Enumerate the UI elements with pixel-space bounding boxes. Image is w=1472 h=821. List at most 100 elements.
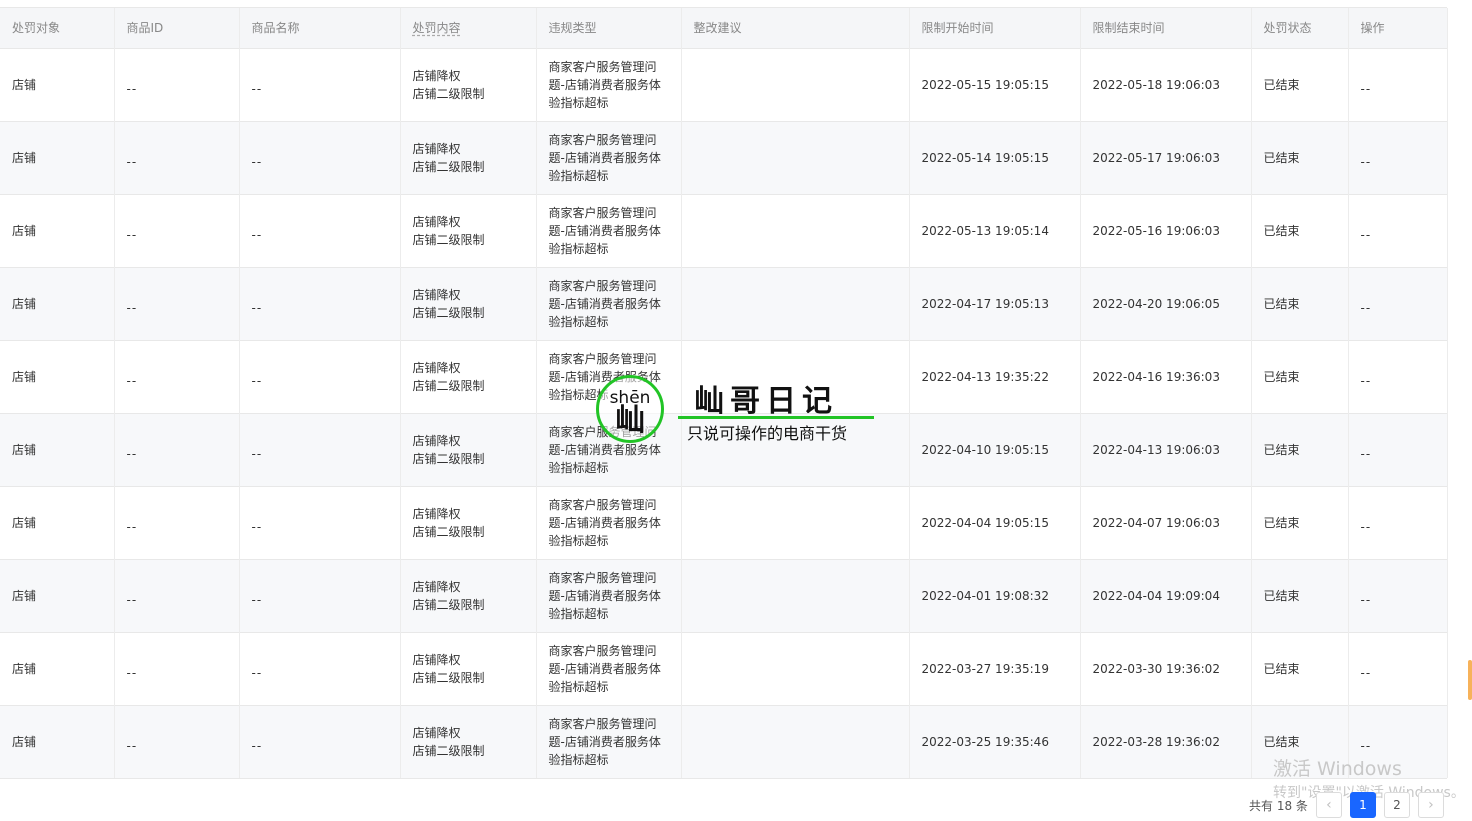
- header-product-id: 商品ID: [114, 8, 240, 49]
- cell-target: 店铺: [0, 267, 115, 341]
- violation-line: 商家客户服务管理问: [548, 133, 657, 147]
- content-line: 店铺降权: [412, 434, 461, 448]
- violation-line: 题-店铺消费者服务体: [548, 151, 661, 165]
- cell-target: 店铺: [0, 705, 115, 778]
- violation-line: 题-店铺消费者服务体: [548, 297, 661, 311]
- violation-line: 题-店铺消费者服务体: [548, 443, 661, 457]
- violation-line: 题-店铺消费者服务体: [548, 589, 661, 603]
- header-product-name: 商品名称: [239, 8, 401, 49]
- cell-status: 已结束: [1251, 340, 1349, 414]
- cell-status: 已结束: [1251, 121, 1349, 195]
- chevron-right-icon[interactable]: ›: [1417, 792, 1444, 818]
- cell-violation: 商家客户服务管理问 题-店铺消费者服务体 验指标超标: [536, 486, 682, 560]
- cell-action: --: [1348, 340, 1448, 414]
- cell-action: --: [1348, 486, 1448, 560]
- cell-end-time: 2022-04-20 19:06:05: [1080, 267, 1252, 341]
- cell-product-name: --: [239, 559, 401, 633]
- cell-product-name: --: [239, 486, 401, 560]
- cell-product-name: --: [239, 413, 401, 487]
- cell-status: 已结束: [1251, 705, 1349, 778]
- page-button-1[interactable]: 1: [1349, 792, 1376, 818]
- cell-end-time: 2022-05-17 19:06:03: [1080, 121, 1252, 195]
- header-content[interactable]: 处罚内容: [400, 8, 537, 49]
- content-line: 店铺降权: [412, 215, 461, 229]
- cell-suggestion: [681, 705, 910, 778]
- violation-line: 验指标超标: [548, 169, 609, 183]
- cell-content: 店铺降权店铺二级限制: [400, 340, 537, 414]
- cell-product-name: --: [239, 632, 401, 706]
- content-line: 店铺二级限制: [412, 306, 485, 320]
- violation-line: 验指标超标: [548, 96, 609, 110]
- cell-action: --: [1348, 559, 1448, 633]
- cell-status: 已结束: [1251, 194, 1349, 268]
- content-line: 店铺二级限制: [412, 525, 485, 539]
- content-line: 店铺二级限制: [412, 233, 485, 247]
- violation-line: 题-店铺消费者服务体: [548, 735, 661, 749]
- violation-line: 商家客户服务管理问: [548, 717, 657, 731]
- cell-violation: 商家客户服务管理问 题-店铺消费者服务体 验指标超标: [536, 194, 682, 268]
- violation-line: 题-店铺消费者服务体: [548, 516, 661, 530]
- cell-target: 店铺: [0, 48, 115, 122]
- cell-target: 店铺: [0, 559, 115, 633]
- side-floating-tab[interactable]: [1468, 660, 1472, 700]
- table-row: 店铺 -- -- 店铺降权 店铺二级限制 商家客户服务管理问 题-店铺消费者服务体 验指标超标…: [0, 121, 1448, 195]
- cell-product-id: --: [114, 632, 240, 706]
- cell-product-name: --: [239, 705, 401, 778]
- header-start-time: 限制开始时间: [909, 8, 1081, 49]
- header-suggestion: 整改建议: [681, 8, 910, 49]
- content-line: 店铺降权: [412, 69, 461, 83]
- cell-product-name: --: [239, 194, 401, 268]
- cell-product-id: --: [114, 267, 240, 341]
- cell-action: --: [1348, 413, 1448, 487]
- cell-end-time: 2022-04-13 19:06:03: [1080, 413, 1252, 487]
- cell-start-time: 2022-04-17 19:05:13: [909, 267, 1081, 341]
- cell-product-id: --: [114, 121, 240, 195]
- cell-content: 店铺降权店铺二级限制: [400, 194, 537, 268]
- cell-target: 店铺: [0, 632, 115, 706]
- cell-content: 店铺降权店铺二级限制: [400, 413, 537, 487]
- header-status: 处罚状态: [1251, 8, 1349, 49]
- cell-suggestion: [681, 559, 910, 633]
- cell-suggestion: [681, 340, 910, 414]
- cell-suggestion: [681, 413, 910, 487]
- cell-target: 店铺: [0, 413, 115, 487]
- content-line: 店铺降权: [412, 142, 461, 156]
- cell-start-time: 2022-04-13 19:35:22: [909, 340, 1081, 414]
- chevron-left-icon[interactable]: ‹: [1315, 792, 1342, 818]
- cell-product-id: --: [114, 48, 240, 122]
- violation-line: 验指标超标: [548, 534, 609, 548]
- cell-violation: 商家客户服务管理问 题-店铺消费者服务体 验指标超标: [536, 559, 682, 633]
- content-line: 店铺降权: [412, 653, 461, 667]
- cell-start-time: 2022-04-04 19:05:15: [909, 486, 1081, 560]
- table-row: 店铺 -- -- 店铺降权 店铺二级限制 商家客户服务管理问 题-店铺消费者服务体 验指标超标…: [0, 632, 1448, 706]
- content-line: 店铺二级限制: [412, 379, 485, 393]
- violation-line: 验指标超标: [548, 388, 609, 402]
- table-row: 店铺 -- -- 店铺降权 店铺二级限制 商家客户服务管理问 题-店铺消费者服务体 验指标超标…: [0, 48, 1448, 122]
- cell-suggestion: [681, 267, 910, 341]
- violation-line: 题-店铺消费者服务体: [548, 224, 661, 238]
- header-target: 处罚对象: [0, 8, 115, 49]
- cell-suggestion: [681, 121, 910, 195]
- cell-target: 店铺: [0, 486, 115, 560]
- content-line: 店铺降权: [412, 288, 461, 302]
- cell-violation: 商家客户服务管理问 题-店铺消费者服务体 验指标超标: [536, 340, 682, 414]
- content-line: 店铺二级限制: [412, 598, 485, 612]
- violation-line: 商家客户服务管理问: [548, 498, 657, 512]
- cell-content: 店铺降权 店铺二级限制: [400, 632, 537, 706]
- cell-violation: 商家客户服务管理问 题-店铺消费者服务体 验指标超标: [536, 413, 682, 487]
- cell-action: --: [1348, 267, 1448, 341]
- cell-start-time: 2022-04-01 19:08:32: [909, 559, 1081, 633]
- content-line: 店铺二级限制: [412, 452, 485, 466]
- cell-target: 店铺: [0, 121, 115, 195]
- table-row: 店铺 -- -- 店铺降权 店铺二级限制 商家客户服务管理问 题-店铺消费者服务体 验指标超标…: [0, 194, 1448, 268]
- cell-start-time: 2022-05-14 19:05:15: [909, 121, 1081, 195]
- content-line: 店铺降权: [412, 361, 461, 375]
- violation-line: 验指标超标: [548, 315, 609, 329]
- cell-product-id: --: [114, 194, 240, 268]
- header-violation: 违规类型: [536, 8, 682, 49]
- page-button-2[interactable]: 2: [1383, 792, 1410, 818]
- cell-end-time: 2022-03-28 19:36:02: [1080, 705, 1252, 778]
- cell-product-id: --: [114, 705, 240, 778]
- violation-line: 题-店铺消费者服务体: [548, 662, 661, 676]
- violation-line: 题-店铺消费者服务体: [548, 370, 661, 384]
